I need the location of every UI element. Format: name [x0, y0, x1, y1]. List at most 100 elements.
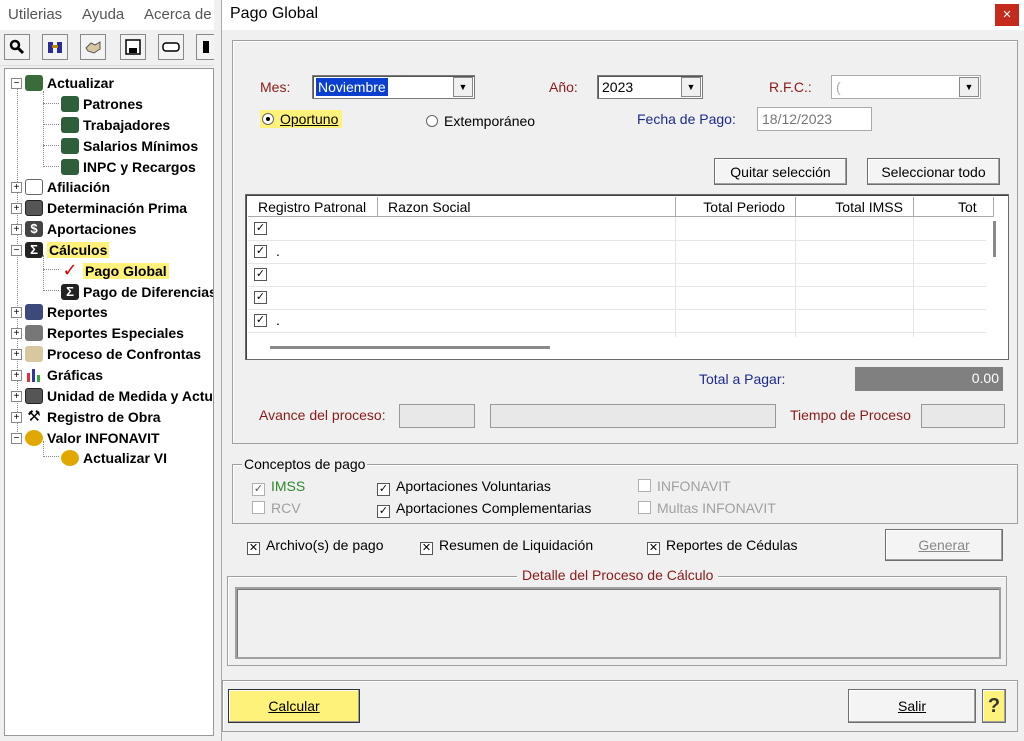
salir-button[interactable]: Salir: [848, 689, 976, 723]
generar-button[interactable]: Generar: [885, 529, 1003, 561]
eraser-icon[interactable]: [158, 34, 184, 60]
tree-node-pago-diferencias[interactable]: Σ Pago de Diferencias: [61, 282, 213, 302]
extemporaneo-radio[interactable]: Extemporáneo: [426, 113, 535, 129]
row-checkbox[interactable]: ✓: [254, 291, 267, 304]
rfc-select[interactable]: ( ▼: [831, 75, 981, 99]
navigation-tree[interactable]: − Actualizar Patrones Trabajadores Salar…: [4, 68, 214, 736]
column-header[interactable]: Total IMSS: [796, 197, 914, 217]
checkmark-icon: ✓: [62, 260, 78, 280]
row-checkbox[interactable]: ✓: [254, 245, 267, 258]
mes-select[interactable]: Noviembre ▼: [312, 75, 475, 99]
horizontal-scrollbar[interactable]: [248, 339, 986, 355]
imss-checkbox[interactable]: ✓ IMSS: [252, 478, 305, 496]
expand-icon[interactable]: +: [11, 181, 22, 193]
tool-icon[interactable]: [196, 34, 214, 60]
aport-voluntarias-checkbox[interactable]: ✓ Aportaciones Voluntarias: [377, 478, 551, 496]
tree-node-actualizar-vi[interactable]: Actualizar VI: [61, 448, 167, 468]
menu-acerca[interactable]: Acerca de: [144, 6, 212, 23]
expand-icon[interactable]: +: [11, 223, 22, 235]
archivos-pago-checkbox[interactable]: ✕ Archivo(s) de pago: [247, 537, 384, 555]
table-row[interactable]: ✓: [248, 218, 988, 241]
binoculars-icon[interactable]: [42, 34, 68, 60]
expand-icon[interactable]: +: [11, 202, 22, 214]
save-icon[interactable]: [120, 34, 146, 60]
tree-node-trabajadores[interactable]: Trabajadores: [61, 115, 170, 135]
oportuno-radio[interactable]: Oportuno: [260, 110, 343, 128]
calcular-button[interactable]: Calcular: [228, 689, 360, 723]
tree-node-calculos[interactable]: − Σ Cálculos: [11, 240, 110, 260]
expand-icon[interactable]: +: [11, 327, 22, 339]
extemporaneo-label: Extemporáneo: [444, 113, 536, 129]
checkbox-x-icon: ✕: [247, 542, 260, 555]
tree-node-label: Gráficas: [47, 367, 104, 383]
aport-complementarias-checkbox[interactable]: ✓ Aportaciones Complementarias: [377, 500, 591, 518]
reportes-cedulas-checkbox[interactable]: ✕ Reportes de Cédulas: [647, 537, 798, 555]
tree-node-salarios[interactable]: Salarios Mínimos: [61, 136, 198, 156]
chevron-down-icon[interactable]: ▼: [681, 77, 701, 97]
tiempo-label: Tiempo de Proceso: [790, 407, 911, 423]
close-icon[interactable]: ×: [995, 4, 1019, 26]
tree-node-valor-infonavit[interactable]: − Valor INFONAVIT: [11, 428, 160, 448]
tree-node-reportes-especiales[interactable]: + Reportes Especiales: [11, 323, 184, 343]
rcv-checkbox[interactable]: RCV: [252, 500, 301, 516]
expand-icon[interactable]: +: [11, 348, 22, 360]
row-checkbox[interactable]: ✓: [254, 222, 267, 235]
tree-node-inpc[interactable]: INPC y Recargos: [61, 157, 196, 177]
chevron-down-icon[interactable]: ▼: [959, 77, 979, 97]
tree-node-determinacion[interactable]: + Determinación Prima: [11, 198, 187, 218]
scroll-thumb[interactable]: [993, 221, 996, 257]
collapse-icon[interactable]: −: [11, 432, 22, 444]
tree-node-label: Reportes Especiales: [47, 325, 184, 341]
search-icon[interactable]: [4, 34, 30, 60]
expand-icon[interactable]: +: [11, 390, 22, 402]
table-row[interactable]: ✓ .: [248, 241, 988, 264]
tree-node-pago-global[interactable]: ✓ Pago Global: [61, 261, 169, 281]
tree-node-confrontas[interactable]: + Proceso de Confrontas: [11, 344, 201, 364]
infonavit-label: INFONAVIT: [657, 478, 731, 494]
scroll-thumb[interactable]: [270, 346, 550, 349]
tree-node-uma[interactable]: + Unidad de Medida y Actualización: [11, 386, 213, 406]
row-checkbox[interactable]: ✓: [254, 268, 267, 281]
fecha-pago-field[interactable]: 18/12/2023: [757, 107, 872, 131]
tree-node-actualizar[interactable]: − Actualizar: [11, 73, 114, 93]
menu-utilerias[interactable]: Utilerias: [8, 6, 62, 23]
total-pagar-label: Total a Pagar:: [699, 371, 786, 387]
collapse-icon[interactable]: −: [11, 244, 22, 256]
help-icon[interactable]: ?: [982, 689, 1006, 723]
tree-node-graficas[interactable]: + Gráficas: [11, 365, 103, 385]
avance-label: Avance del proceso:: [259, 407, 386, 423]
tree-node-registro-obra[interactable]: + ⚒ Registro de Obra: [11, 407, 161, 427]
patrones-grid[interactable]: Registro Patronal Razon Social Total Per…: [245, 194, 1009, 360]
tree-node-label: Determinación Prima: [47, 200, 188, 216]
chevron-down-icon[interactable]: ▼: [453, 77, 473, 97]
tree-node-patrones[interactable]: Patrones: [61, 94, 143, 114]
table-row[interactable]: ✓: [248, 264, 988, 287]
resumen-liquidacion-checkbox[interactable]: ✕ Resumen de Liquidación: [420, 537, 593, 555]
anio-select[interactable]: 2023 ▼: [597, 75, 703, 99]
tree-node-aportaciones[interactable]: + $ Aportaciones: [11, 219, 136, 239]
sigma-icon: Σ: [61, 284, 79, 300]
dialog-titlebar[interactable]: Pago Global ×: [222, 0, 1024, 30]
expand-icon[interactable]: +: [11, 306, 22, 318]
menu-ayuda[interactable]: Ayuda: [82, 6, 124, 23]
tree-node-afiliacion[interactable]: + Afiliación: [11, 177, 110, 197]
column-header[interactable]: Total Periodo: [676, 197, 796, 217]
seleccionar-todo-button[interactable]: Seleccionar todo: [867, 158, 1000, 185]
row-checkbox[interactable]: ✓: [254, 314, 267, 327]
vertical-scrollbar[interactable]: [986, 217, 1004, 337]
expand-icon[interactable]: +: [11, 411, 22, 423]
tree-node-label: Trabajadores: [83, 117, 171, 133]
expand-icon[interactable]: +: [11, 369, 22, 381]
table-row[interactable]: ✓: [248, 287, 988, 310]
infonavit-checkbox[interactable]: INFONAVIT: [638, 478, 731, 494]
column-header[interactable]: Razon Social: [378, 197, 676, 217]
column-header[interactable]: Registro Patronal: [248, 197, 378, 217]
column-header[interactable]: Tot: [914, 197, 994, 217]
quitar-seleccion-button[interactable]: Quitar selección: [714, 158, 847, 185]
multas-infonavit-checkbox[interactable]: Multas INFONAVIT: [638, 500, 776, 516]
table-row[interactable]: ✓ .: [248, 310, 988, 333]
tree-node-reportes[interactable]: + Reportes: [11, 302, 108, 322]
handshake-icon[interactable]: [80, 34, 106, 60]
row-text: .: [276, 312, 280, 328]
collapse-icon[interactable]: −: [11, 77, 22, 89]
